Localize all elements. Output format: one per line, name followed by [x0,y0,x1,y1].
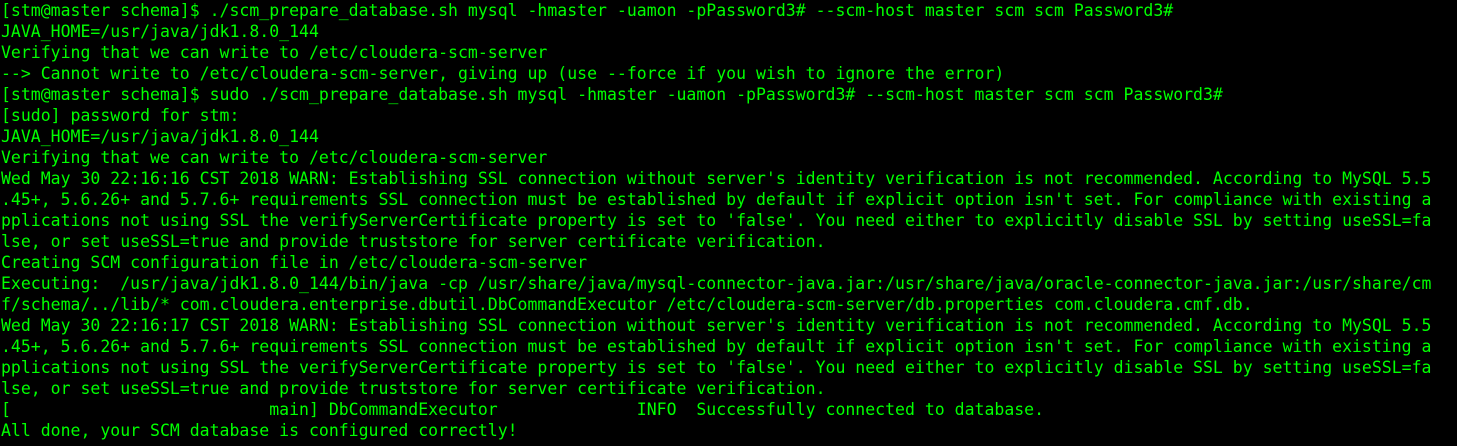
terminal-window[interactable]: [stm@master schema]$ ./scm_prepare_datab… [0,0,1457,446]
terminal-line: Verifying that we can write to /etc/clou… [1,43,548,62]
terminal-line: pplications not using SSL the verifyServ… [1,358,1432,377]
terminal-line: [sudo] password for stm: [1,106,240,125]
terminal-line: Wed May 30 22:16:17 CST 2018 WARN: Estab… [1,316,1432,335]
terminal-line: [stm@master schema]$ ./scm_prepare_datab… [1,1,1174,20]
terminal-line: JAVA_HOME=/usr/java/jdk1.8.0_144 [1,22,319,41]
terminal-line: [stm@master schema]$ sudo ./scm_prepare_… [1,85,1223,104]
terminal-line: Wed May 30 22:16:16 CST 2018 WARN: Estab… [1,169,1432,188]
terminal-line: JAVA_HOME=/usr/java/jdk1.8.0_144 [1,127,319,146]
terminal-line: pplications not using SSL the verifyServ… [1,211,1432,230]
terminal-line: Verifying that we can write to /etc/clou… [1,148,548,167]
terminal-line: Creating SCM configuration file in /etc/… [1,253,588,272]
terminal-line: Executing: /usr/java/jdk1.8.0_144/bin/ja… [1,274,1432,293]
terminal-line: .45+, 5.6.26+ and 5.7.6+ requirements SS… [1,190,1432,209]
terminal-line: f/schema/../lib/* com.cloudera.enterpris… [1,295,1253,314]
terminal-line: .45+, 5.6.26+ and 5.7.6+ requirements SS… [1,337,1432,356]
terminal-line: --> Cannot write to /etc/cloudera-scm-se… [1,64,1005,83]
terminal-line: [ main] DbCommandExecutor INFO Successfu… [1,400,1045,419]
terminal-line: lse, or set useSSL=true and provide trus… [1,232,826,251]
terminal-line: All done, your SCM database is configure… [1,421,518,440]
terminal-line: lse, or set useSSL=true and provide trus… [1,379,826,398]
